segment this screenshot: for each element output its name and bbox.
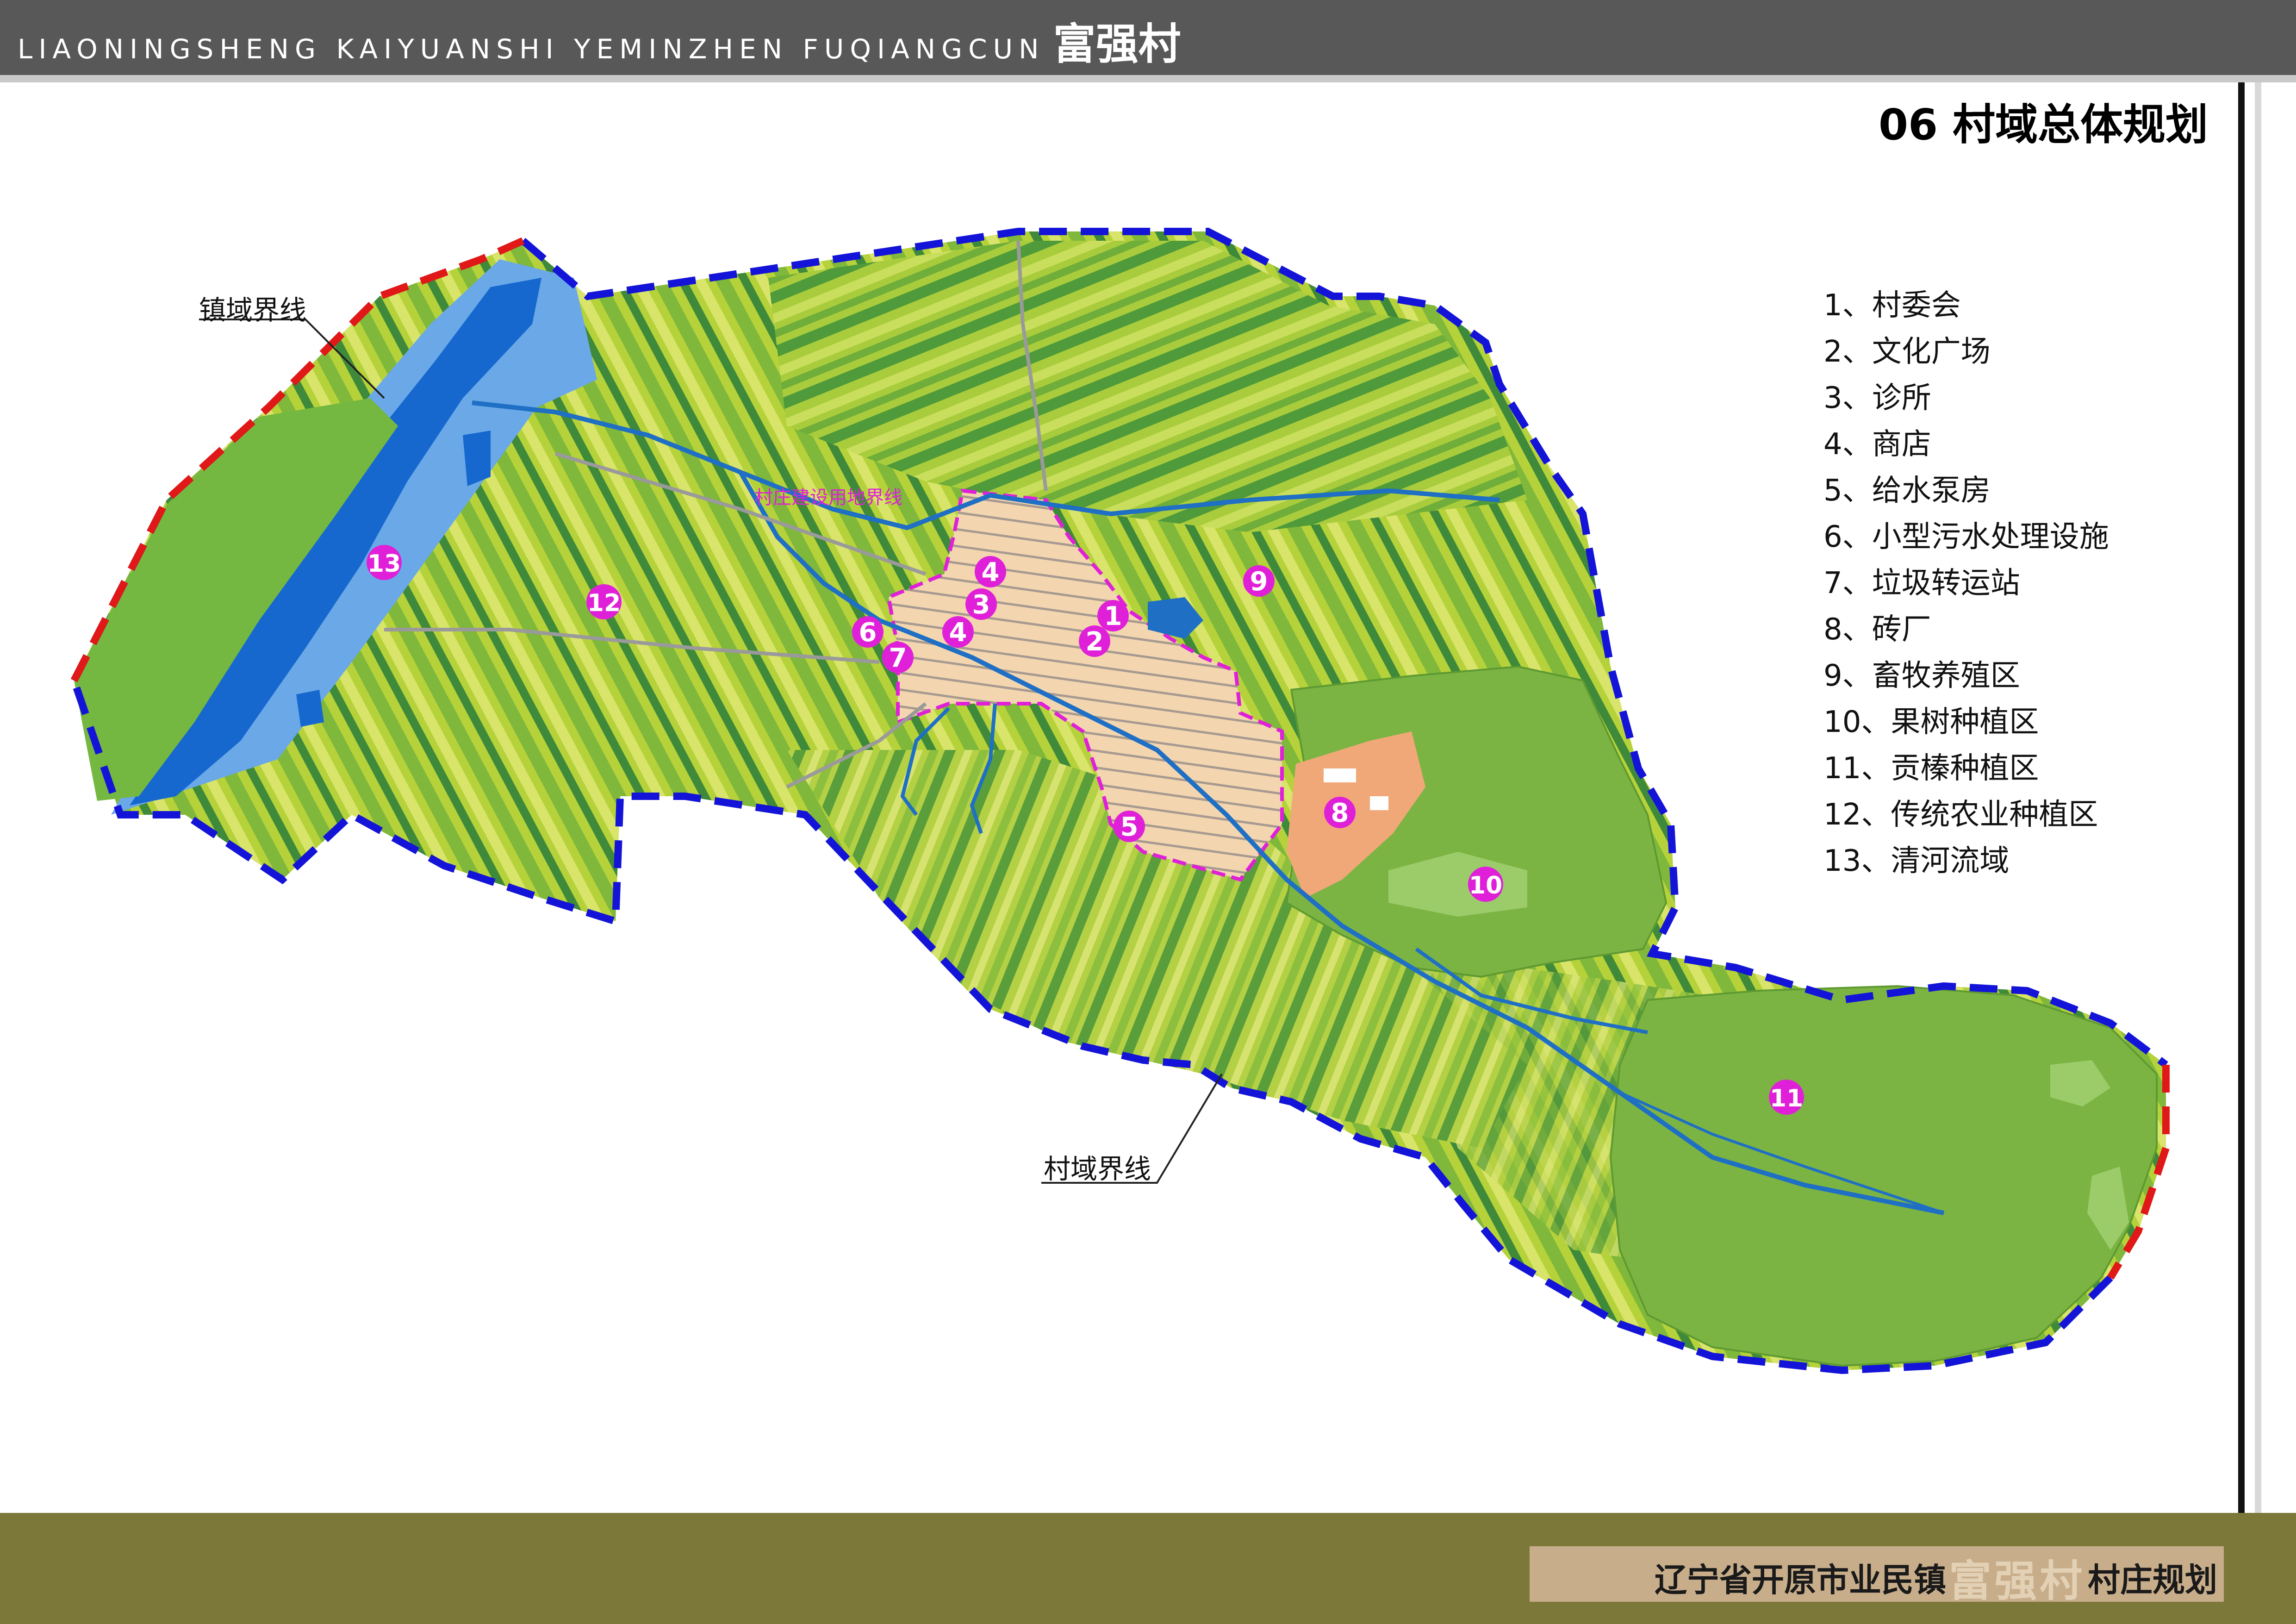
legend-item: 11、贡榛种植区: [1823, 751, 2039, 786]
svg-text:7: 7: [889, 643, 907, 673]
svg-text:8: 8: [1331, 798, 1349, 828]
marker-3: 3: [965, 588, 997, 620]
legend-item: 6、小型污水处理设施: [1823, 520, 2109, 554]
legend-item: 9、畜牧养殖区: [1823, 659, 2020, 693]
marker-10: 10: [1468, 867, 1503, 902]
footer-title: 辽宁省开原市业民镇 富强村 村庄规划: [1654, 1552, 2217, 1606]
marker-6: 6: [852, 616, 884, 648]
legend-item: 2、文化广场: [1823, 335, 1991, 369]
marker-12: 12: [586, 584, 622, 619]
marker-2: 2: [1079, 625, 1110, 657]
svg-text:11: 11: [1770, 1085, 1803, 1112]
marker-4-north: 4: [975, 556, 1006, 587]
map-legend: 1、村委会 2、文化广场 3、诊所 4、商店 5、给水泵房 6、小型污水处理设施…: [1823, 282, 2109, 884]
legend-item: 7、垃圾转运站: [1823, 566, 2020, 600]
svg-text:4: 4: [982, 557, 1000, 587]
svg-text:9: 9: [1250, 567, 1268, 597]
svg-text:3: 3: [972, 590, 990, 620]
legend-item: 5、给水泵房: [1823, 474, 1991, 508]
marker-9: 9: [1243, 565, 1275, 597]
marker-13: 13: [367, 545, 402, 580]
marker-4-east: 4: [1013, 581, 1037, 605]
svg-text:6: 6: [859, 618, 877, 648]
construction-boundary-label: 村庄建设用地界线: [754, 487, 902, 508]
marker-8: 8: [1324, 797, 1356, 828]
river-pond-1: [463, 431, 491, 486]
legend-item: 4、商店: [1823, 427, 1931, 462]
footer-prefix: 辽宁省开原市业民镇: [1654, 1561, 1946, 1599]
legend-item: 3、诊所: [1823, 381, 1931, 415]
marker-7: 7: [882, 642, 914, 673]
legend-item: 10、果树种植区: [1823, 705, 2039, 739]
legend-item: 13、清河流域: [1823, 844, 2010, 878]
marker-4-south: 4: [942, 616, 974, 648]
brick-factory-building: [1324, 768, 1356, 782]
town-boundary-label: 镇域界线: [199, 294, 306, 326]
footer-suffix: 村庄规划: [2088, 1561, 2217, 1599]
svg-text:12: 12: [587, 589, 621, 617]
svg-text:2: 2: [1086, 627, 1104, 657]
svg-text:1: 1: [1104, 601, 1122, 631]
marker-11: 11: [1769, 1080, 1804, 1115]
svg-text:13: 13: [367, 550, 401, 578]
legend-item: 12、传统农业种植区: [1823, 798, 2098, 832]
svg-text:4: 4: [949, 618, 967, 648]
marker-5: 5: [1114, 811, 1145, 842]
footer-highlight: 富强村: [1948, 1556, 2085, 1606]
legend-item: 8、砖厂: [1823, 612, 1931, 647]
river-pond-2: [296, 690, 324, 727]
svg-text:5: 5: [1120, 812, 1139, 842]
svg-text:10: 10: [1469, 872, 1502, 899]
brick-factory-building-2: [1370, 796, 1388, 810]
village-boundary-label: 村域界线: [1044, 1153, 1151, 1185]
legend-item: 1、村委会: [1823, 288, 1961, 323]
